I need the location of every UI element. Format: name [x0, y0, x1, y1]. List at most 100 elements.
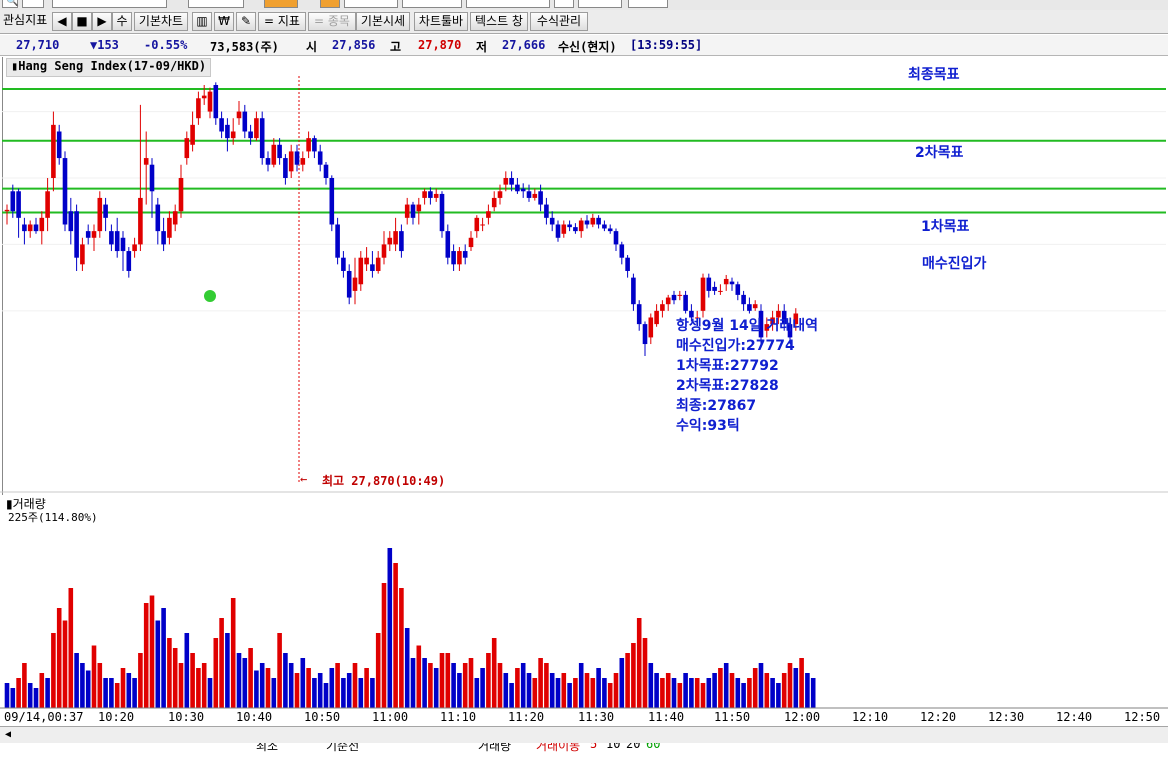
- volume-bar: [799, 658, 804, 708]
- volume-bar: [155, 620, 161, 708]
- candle-body: [225, 124, 230, 139]
- candle: [375, 251, 381, 274]
- candle-body: [613, 231, 619, 245]
- volume-bar: [752, 668, 758, 708]
- candle: [190, 111, 195, 152]
- candle-body: [265, 158, 271, 165]
- chart-canvas[interactable]: [0, 0, 1168, 726]
- volume-bar: [416, 645, 422, 708]
- candlesticks: [4, 82, 799, 356]
- legend-item[interactable]: 60: [646, 743, 660, 751]
- volume-bar: [631, 643, 636, 708]
- candle: [370, 251, 375, 278]
- candle-body: [375, 257, 381, 271]
- candle-body: [526, 191, 532, 198]
- volume-bar: [555, 678, 561, 708]
- volume-bar: [532, 678, 538, 708]
- scroll-left-icon[interactable]: ◀: [2, 729, 14, 741]
- time-axis-label: 10:20: [98, 710, 135, 724]
- candle-body: [602, 224, 607, 229]
- volume-bar: [404, 628, 410, 708]
- legend-item[interactable]: 10: [606, 743, 620, 751]
- candle-body: [16, 191, 21, 218]
- volume-bar: [700, 683, 706, 708]
- candle-body: [213, 85, 219, 119]
- candle: [665, 294, 671, 311]
- volume-bar: [584, 673, 590, 708]
- legend-item[interactable]: 20: [626, 743, 640, 751]
- candle: [271, 138, 277, 168]
- volume-bar: [312, 678, 317, 708]
- candle-body: [178, 177, 184, 212]
- candle-body: [462, 251, 468, 258]
- candle: [567, 220, 572, 232]
- candle: [735, 281, 741, 301]
- candle: [387, 231, 393, 252]
- volume-bar: [613, 673, 619, 708]
- candle: [265, 151, 271, 172]
- candle-body: [683, 294, 688, 311]
- time-axis: 09/14,00:37 10:20 10:30 10:40 10:50 11:00 11:1…: [0, 709, 1168, 725]
- candle: [648, 313, 654, 345]
- candle: [149, 158, 155, 218]
- horizontal-scrollbar[interactable]: ◀: [0, 726, 1168, 743]
- candle: [596, 215, 601, 229]
- volume-bar: [201, 663, 207, 708]
- candle-body: [561, 224, 567, 234]
- time-axis-label: 11:20: [508, 710, 545, 724]
- volume-bar: [428, 663, 433, 708]
- candle: [335, 217, 340, 265]
- candle-body: [358, 257, 364, 285]
- legend-item[interactable]: 5: [590, 743, 597, 751]
- candle: [80, 237, 85, 271]
- candle: [416, 197, 422, 225]
- volume-bar: [462, 663, 468, 708]
- candle-body: [323, 164, 329, 178]
- candle: [671, 290, 677, 305]
- candle-body: [515, 184, 520, 192]
- volume-bar: [387, 548, 393, 708]
- candle-body: [544, 204, 549, 218]
- volume-bar: [607, 683, 613, 708]
- candle: [242, 104, 248, 139]
- candle: [712, 281, 717, 295]
- candle-body: [567, 224, 572, 228]
- candle-body: [596, 217, 601, 225]
- volume-bar: [451, 663, 456, 708]
- candle: [91, 224, 97, 252]
- candle-body: [288, 151, 294, 172]
- candle: [468, 231, 474, 252]
- candle-body: [114, 231, 120, 252]
- volume-bars: [4, 548, 816, 708]
- candle-body: [457, 251, 462, 265]
- legend-item[interactable]: 기준선: [326, 743, 359, 754]
- volume-bar: [660, 678, 665, 708]
- volume-bar: [561, 673, 567, 708]
- legend-item[interactable]: 거래이동: [536, 743, 580, 754]
- time-axis-label: 12:00: [784, 710, 821, 724]
- time-axis-label: 12:40: [1056, 710, 1093, 724]
- candle: [167, 211, 172, 245]
- candle: [636, 300, 642, 331]
- candle-body: [27, 224, 33, 232]
- volume-bar: [573, 678, 578, 708]
- volume-bar: [62, 620, 68, 708]
- candle-body: [735, 284, 741, 295]
- volume-bar: [503, 673, 509, 708]
- volume-bar: [271, 678, 277, 708]
- volume-bar: [39, 673, 45, 708]
- volume-bar: [288, 663, 294, 708]
- candle: [323, 162, 329, 185]
- candle-body: [718, 290, 723, 292]
- candle: [741, 290, 746, 311]
- volume-bar: [439, 653, 445, 708]
- candle-body: [300, 158, 306, 165]
- volume-bar: [300, 658, 306, 708]
- legend-item[interactable]: 최조: [256, 743, 278, 754]
- candle: [613, 228, 619, 252]
- volume-bar: [393, 563, 398, 708]
- volume-bar: [236, 653, 242, 708]
- volume-bar: [683, 673, 688, 708]
- volume-bar: [277, 633, 282, 708]
- legend-item[interactable]: 거래량: [478, 743, 511, 754]
